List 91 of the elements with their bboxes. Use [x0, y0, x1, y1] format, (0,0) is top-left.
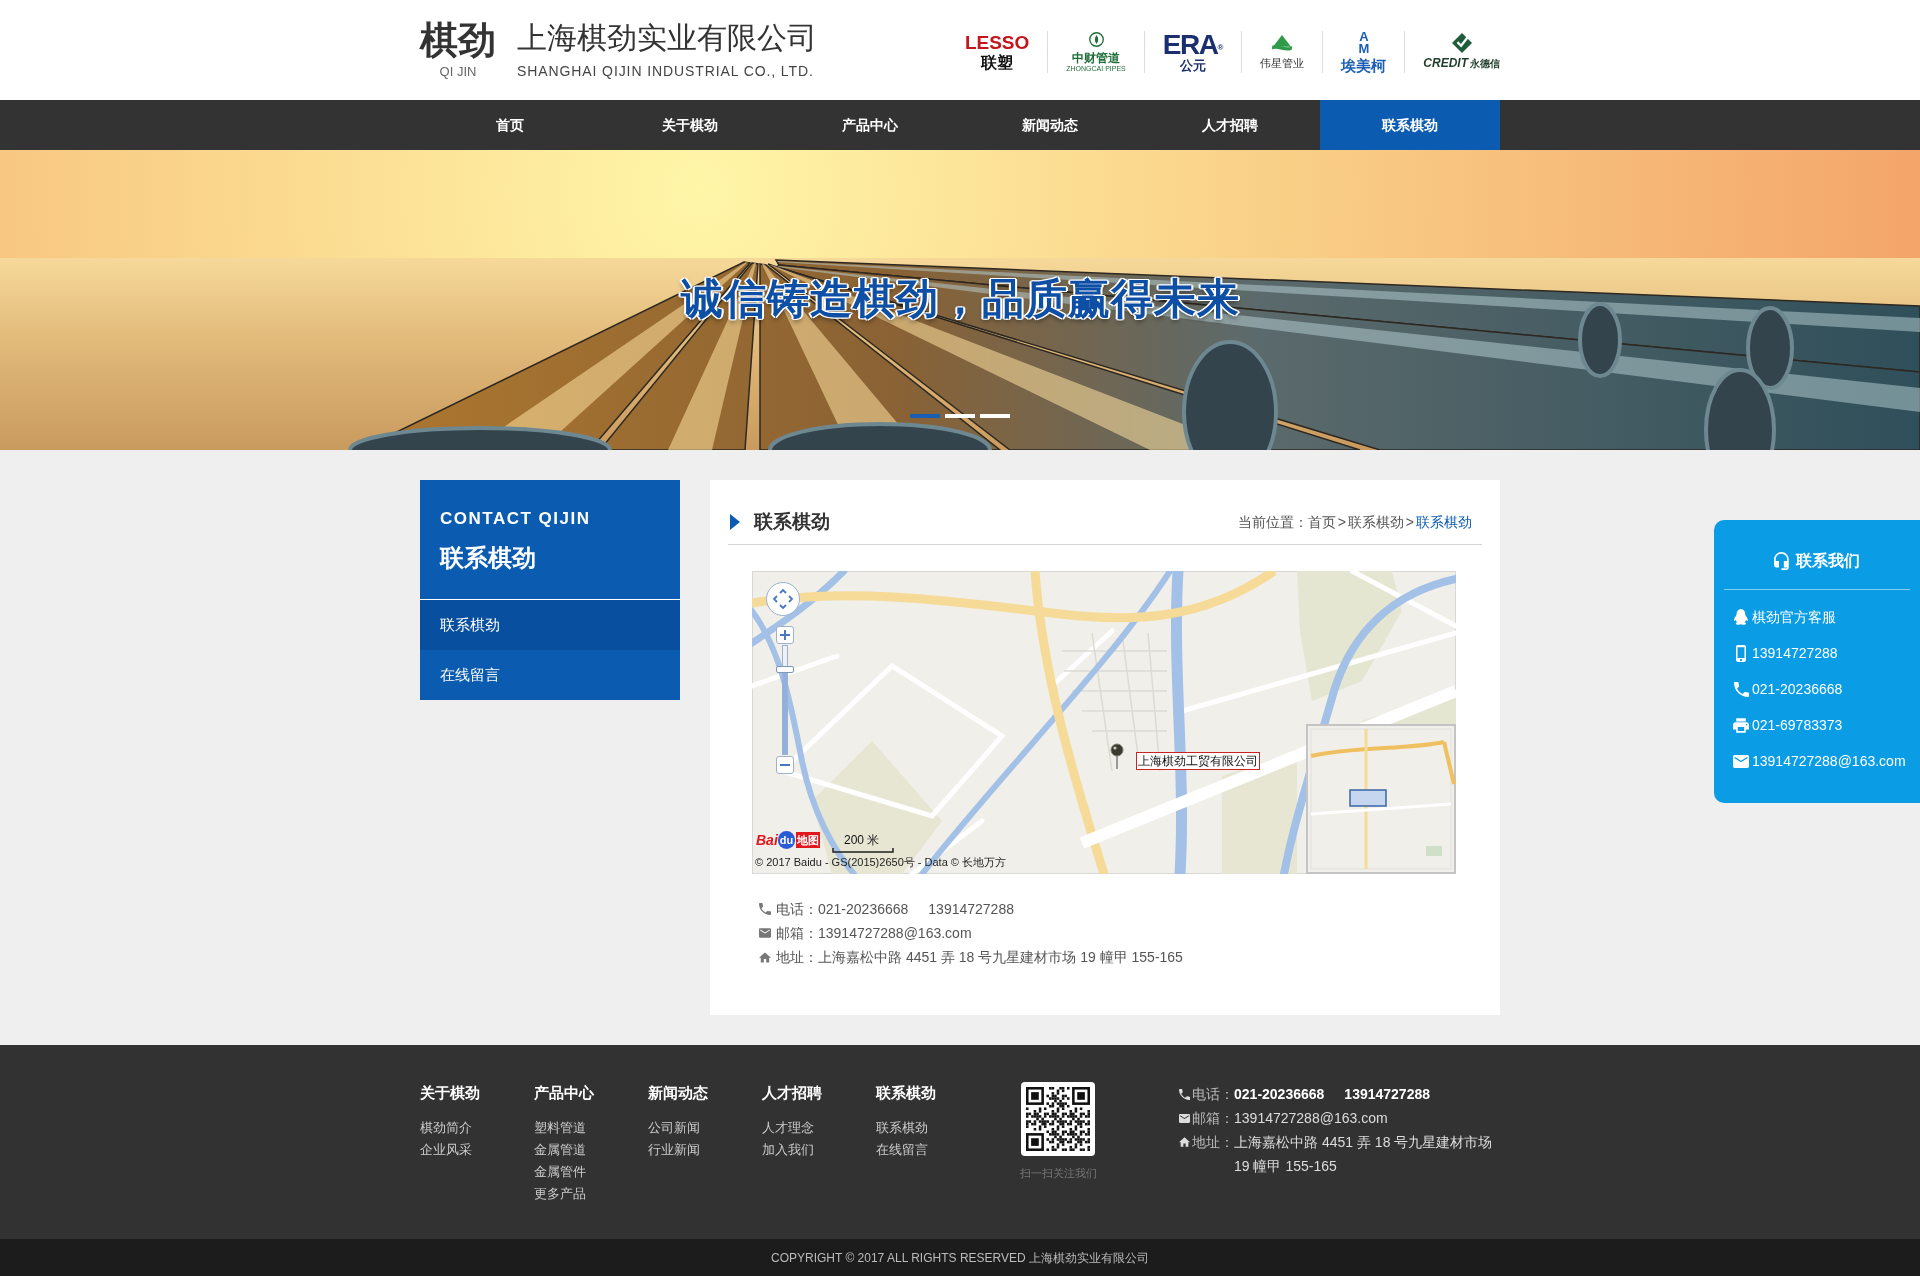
- footer-heading: 关于棋劲: [420, 1083, 481, 1103]
- footer-link[interactable]: 棋劲简介: [420, 1117, 534, 1139]
- nav-link[interactable]: 首页: [420, 100, 600, 150]
- diamond-check-icon: [1451, 33, 1472, 53]
- contact-label: 邮箱：: [1192, 1109, 1235, 1128]
- phone-icon: [1179, 1088, 1191, 1100]
- printer-icon: [1733, 717, 1749, 733]
- plus-icon: [780, 630, 790, 640]
- map-logo-text: Bai: [756, 831, 778, 849]
- zoom-in-button[interactable]: [776, 626, 794, 644]
- mail-icon: [759, 928, 771, 938]
- penguin-icon: [1734, 609, 1748, 625]
- street-address: 上海嘉松中路 4451 弄 18 号九星建材市场 19 幢甲 155-165: [1234, 1133, 1494, 1176]
- breadcrumb-separator: >: [1405, 512, 1414, 532]
- copyright-text: COPYRIGHT © 2017 ALL RIGHTS RESERVED 上海棋劲实业有限公司: [770, 1249, 1149, 1267]
- logo-text: 伟星管业: [1260, 56, 1305, 70]
- footer-heading: 新闻动态: [647, 1083, 709, 1103]
- mail-icon: [1179, 1113, 1191, 1123]
- logo-text: 中财管道: [1072, 50, 1121, 65]
- email-address: 邮箱：13914727288@163.com: [776, 923, 972, 943]
- company-name: 上海棋劲实业有限公司: [517, 21, 817, 55]
- logo-text: 埃美柯: [1341, 56, 1387, 74]
- nav-link[interactable]: 关于棋劲: [600, 100, 780, 150]
- logo-text: AM: [1357, 30, 1371, 55]
- footer-link[interactable]: 人才理念: [761, 1117, 876, 1139]
- breadcrumb-label: 当前位置：: [1237, 512, 1308, 532]
- mail-icon: [1733, 754, 1749, 768]
- home-icon: [759, 951, 771, 963]
- scale-bar-icon: [832, 848, 894, 853]
- footer-link[interactable]: 塑料管道: [533, 1117, 648, 1139]
- nav-link[interactable]: 产品中心: [780, 100, 960, 150]
- footer-link[interactable]: 更多产品: [533, 1183, 648, 1205]
- sidebar-title: 联系棋劲: [440, 543, 537, 573]
- pan-arrows-icon: [773, 589, 793, 609]
- breadcrumb-link[interactable]: 首页: [1307, 511, 1336, 533]
- breadcrumb-link[interactable]: 联系棋劲: [1416, 511, 1472, 533]
- phone-icon: [759, 903, 771, 915]
- footer-link[interactable]: 企业风采: [420, 1139, 534, 1161]
- logo-text: 联塑: [981, 54, 1014, 72]
- sidebar-title-english: CONTACT QIJIN: [440, 508, 592, 530]
- page-title: 联系棋劲: [754, 509, 830, 534]
- email-address: 13914727288@163.com: [1234, 1109, 1388, 1128]
- logo-text: ERA$^{®}$: [1162, 31, 1224, 58]
- tree-emblem-icon: [1271, 34, 1294, 53]
- footer-link[interactable]: 公司新闻: [647, 1117, 762, 1139]
- nav-link[interactable]: 新闻动态: [960, 100, 1140, 150]
- zoom-slider-thumb[interactable]: [776, 666, 794, 673]
- company-name-english: SHANGHAI QIJIN INDUSTRIAL CO., LTD.: [517, 63, 815, 79]
- footer-link[interactable]: 金属管件: [533, 1161, 648, 1183]
- leaf-ring-icon: [1088, 31, 1104, 47]
- footer-link[interactable]: 在线留言: [875, 1139, 990, 1161]
- map-logo-text: 地图: [796, 832, 821, 848]
- zoom-slider[interactable]: [776, 645, 794, 755]
- logo-text: 公元: [1180, 57, 1207, 73]
- phone-number: 021-20236668: [1234, 1085, 1325, 1104]
- marker-label: 上海棋劲工贸有限公司: [1136, 752, 1260, 770]
- triangle-icon: [730, 514, 740, 530]
- footer-heading: 产品中心: [533, 1083, 595, 1103]
- footer-link[interactable]: 金属管道: [533, 1139, 648, 1161]
- contact-label: 电话：: [1192, 1085, 1235, 1104]
- street-address: 地址：上海嘉松中路 4451 弄 18 号九星建材市场 19 幢甲 155-165: [776, 947, 1183, 967]
- scale-label: 200 米: [844, 833, 880, 847]
- logo-text: CREDIT: [1423, 56, 1468, 70]
- footer-link[interactable]: 联系棋劲: [875, 1117, 990, 1139]
- zoom-out-button[interactable]: [776, 756, 794, 774]
- home-icon: [1179, 1137, 1191, 1147]
- minus-icon: [780, 764, 790, 766]
- sidebar-link[interactable]: 在线留言: [420, 650, 680, 700]
- panel-title: 联系我们: [1795, 550, 1860, 571]
- footer-link[interactable]: 加入我们: [761, 1139, 876, 1161]
- phone-number: 13914727288: [1344, 1085, 1430, 1104]
- map-pin-icon: [1110, 743, 1124, 769]
- phone-number: 电话：021-20236668: [776, 899, 909, 919]
- sidebar-link[interactable]: 联系棋劲: [420, 600, 680, 650]
- nav-link[interactable]: 联系棋劲: [1320, 100, 1500, 150]
- phone-icon: [1733, 681, 1749, 697]
- phone-number: 13914727288: [928, 899, 1014, 919]
- contact-label: 地址：: [1192, 1133, 1235, 1152]
- breadcrumb-link[interactable]: 联系棋劲: [1347, 511, 1404, 533]
- footer-heading: 人才招聘: [761, 1083, 823, 1103]
- headset-icon: [1774, 551, 1789, 570]
- footer-heading: 联系棋劲: [875, 1083, 937, 1103]
- footer-link[interactable]: 行业新闻: [647, 1139, 762, 1161]
- logo-subtitle: QI JIN: [439, 64, 477, 80]
- logo-text: LESSO: [964, 32, 1030, 53]
- nav-link[interactable]: 人才招聘: [1140, 100, 1320, 150]
- breadcrumb-separator: >: [1337, 512, 1346, 532]
- logo-text: 永德信: [1470, 57, 1500, 71]
- logo-mark: 棋劲: [420, 20, 496, 60]
- mobile-phone-icon: [1736, 644, 1746, 662]
- map-copyright: © 2017 Baidu - GS(2015)2650号 - Data © 长地万方: [755, 855, 1006, 869]
